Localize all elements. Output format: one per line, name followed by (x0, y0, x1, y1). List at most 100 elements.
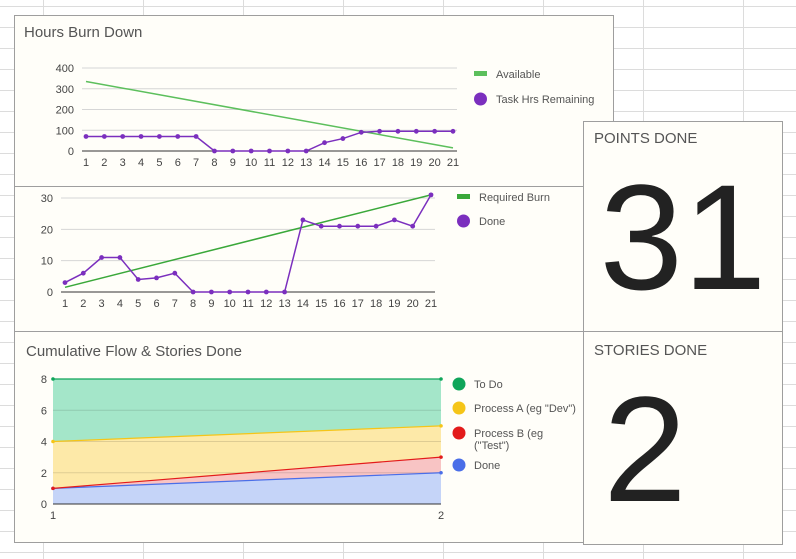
points-data-point (190, 289, 196, 295)
points-data-point (209, 289, 214, 295)
hours-y-tick-label: 300 (56, 84, 74, 96)
points-x-tick-label: 8 (190, 298, 196, 310)
points-legend-label: Done (479, 216, 505, 228)
points-y-tick-label: 0 (47, 287, 53, 299)
hours-x-tick-label: 8 (211, 157, 217, 169)
hours-x-tick-label: 11 (264, 157, 275, 169)
points-data-point (99, 255, 104, 260)
hours-data-point (267, 148, 272, 154)
cfd-legend-swatch (452, 458, 466, 472)
cfd-y-tick-label: 8 (41, 374, 47, 386)
hours-x-tick-label: 20 (429, 157, 441, 169)
cfd-y-tick-label: 2 (41, 468, 47, 480)
cfd-legend-label: Done (474, 460, 500, 472)
hours-data-point (101, 134, 107, 139)
cfd-legend-swatch (452, 401, 466, 415)
hours-x-tick-label: 13 (300, 157, 312, 169)
points-burn-up-chart: 01020301 2 3 4 5 6 7 8 9 10 11 12 13 14 15 16 17 18 19 20 21… (41, 192, 550, 310)
points-data-point (227, 289, 233, 295)
points-x-tick-label: 10 (224, 298, 236, 310)
points-x-tick-label: 16 (333, 298, 345, 310)
cfd-legend-swatch (452, 426, 466, 440)
points-x-tick-label: 19 (388, 298, 400, 310)
stories-done-value: 2 (603, 365, 687, 533)
cfd-y-tick-label: 6 (41, 405, 47, 417)
points-y-tick-label: 10 (41, 256, 53, 268)
points-done-panel[interactable]: POINTS DONE 31 (583, 121, 783, 332)
hours-data-point (285, 148, 291, 154)
hours-x-tick-label: 6 (175, 157, 181, 169)
points-x-tick-label: 6 (153, 298, 159, 310)
points-y-tick-label: 20 (41, 224, 53, 236)
cfd-legend-label: Process B (eg ("Test") (474, 428, 543, 452)
hours-x-tick-label: 1 (83, 157, 89, 169)
hours-x-tick-label: 10 (245, 157, 257, 169)
hours-x-tick-label: 16 (355, 157, 367, 169)
hours-x-tick-label: 5 (156, 157, 162, 169)
hours-x-tick-label: 7 (193, 157, 199, 169)
points-x-tick-label: 14 (297, 298, 309, 310)
hours-data-point (120, 134, 126, 139)
hours-data-point (175, 134, 181, 139)
cfd-y-tick-label: 0 (41, 499, 47, 511)
hours-data-point (432, 128, 438, 134)
hours-x-tick-label: 14 (318, 157, 330, 169)
hours-y-tick-label: 400 (56, 63, 74, 75)
points-x-tick-label: 13 (278, 298, 290, 310)
points-y-tick-label: 30 (41, 193, 53, 205)
cumulative-flow-panel[interactable]: Cumulative Flow & Stories Done 0 2 4 6 8 1 2 To… (14, 331, 586, 543)
hours-data-point (138, 134, 144, 139)
hours-legend-swatch (474, 71, 487, 76)
cfd-legend-label: To Do (474, 379, 503, 391)
points-series-line-reference (64, 194, 432, 289)
hours-burn-down-panel[interactable]: Hours Burn Down 0 100 200 300 400 1 2 3 4 5 6 7 8 9 10… (14, 15, 614, 187)
points-x-tick-label: 15 (315, 298, 327, 310)
hours-data-point (340, 136, 346, 141)
hours-data-point (395, 128, 401, 134)
cfd-data-point (51, 486, 55, 491)
stories-done-panel[interactable]: STORIES DONE 2 (583, 331, 783, 545)
hours-x-tick-label: 12 (282, 157, 294, 169)
hours-data-point (450, 128, 456, 134)
points-data-point (355, 223, 361, 229)
hours-data-point (157, 134, 162, 139)
hours-x-tick-label: 2 (101, 157, 107, 169)
points-data-point (428, 192, 434, 198)
points-data-point (410, 223, 416, 229)
points-x-tick-label: 1 (62, 298, 68, 310)
points-data-point (300, 217, 306, 223)
points-done-value: 31 (599, 153, 767, 321)
cfd-data-point (51, 439, 55, 444)
cfd-data-point (439, 455, 443, 459)
points-data-point (245, 289, 251, 295)
hours-data-point (248, 148, 254, 154)
hours-x-tick-label: 9 (230, 157, 236, 169)
points-data-point (282, 289, 287, 295)
hours-burn-down-chart: 01002003004001 2 3 4 5 6 7 8 9 10 11 12 13 14 15 16 17 18… (56, 63, 595, 169)
points-data-point (263, 289, 269, 295)
points-data-point (373, 223, 379, 229)
cfd-x-tick-label: 2 (438, 510, 444, 522)
points-x-tick-label: 17 (352, 298, 364, 310)
hours-x-tick-label: 21 (447, 157, 459, 169)
points-burn-up-panel[interactable]: 0 10 20 30 1 2 3 4 5 6 7 8 9 10 11 12 13 14 15 16 17 18 19 20 21… (14, 186, 586, 332)
cumulative-flow-chart: 024681 2To DoProcess A (eg "Dev")Process … (41, 374, 576, 522)
hours-y-tick-label: 200 (56, 105, 74, 117)
cfd-legend-swatch (452, 377, 466, 391)
points-x-tick-label: 21 (425, 298, 437, 310)
hours-data-point (83, 134, 89, 139)
hours-data-point (322, 140, 327, 146)
points-x-tick-label: 11 (242, 298, 253, 310)
points-legend-label: Required Burn (479, 192, 550, 204)
cfd-data-point (439, 424, 443, 428)
points-x-tick-label: 4 (117, 298, 123, 310)
points-data-point (62, 280, 68, 285)
points-data-point (135, 277, 141, 282)
hours-x-tick-label: 18 (392, 157, 404, 169)
points-data-point (392, 217, 397, 223)
points-data-point (337, 223, 342, 229)
points-legend-swatch (457, 214, 470, 228)
cfd-data-point (439, 470, 443, 475)
points-x-tick-label: 9 (208, 298, 214, 310)
cfd-data-point (51, 377, 55, 381)
